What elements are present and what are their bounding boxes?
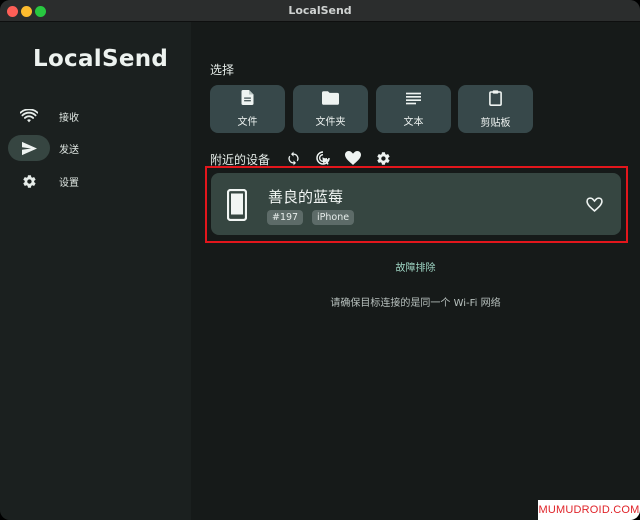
select-folder-button[interactable]: 文件夹 xyxy=(293,85,368,133)
tile-label: 剪贴板 xyxy=(480,117,511,129)
sidebar-item-send[interactable]: 发送 xyxy=(8,135,178,161)
wifi-icon xyxy=(8,103,50,129)
app-window: LocalSend LocalSend 接收 发送 设置 选择 文件 文件夹 文… xyxy=(0,0,640,520)
window-title: LocalSend xyxy=(288,4,352,17)
file-icon xyxy=(241,90,254,109)
gear-icon[interactable] xyxy=(374,150,392,166)
phone-icon xyxy=(226,188,248,225)
select-section-label: 选择 xyxy=(210,63,235,77)
select-clipboard-button[interactable]: 剪贴板 xyxy=(458,85,533,133)
app-logo: LocalSend xyxy=(33,46,169,72)
title-bar: LocalSend xyxy=(0,0,640,22)
sidebar-item-label: 接收 xyxy=(59,112,79,124)
nearby-toolbar xyxy=(284,150,392,166)
heart-outline-icon[interactable] xyxy=(586,197,603,216)
refresh-icon[interactable] xyxy=(284,150,302,166)
main-panel: 选择 文件 文件夹 文本 剪贴板 附近的设备 善良的蓝莓 #197 iPhone… xyxy=(191,22,640,520)
sidebar-item-settings[interactable]: 设置 xyxy=(8,168,178,194)
send-icon xyxy=(8,135,50,161)
tile-label: 文件夹 xyxy=(315,117,346,128)
sidebar-item-receive[interactable]: 接收 xyxy=(8,103,178,129)
device-name: 善良的蓝莓 xyxy=(268,188,344,206)
device-type-badge: iPhone xyxy=(312,210,355,225)
sidebar-item-label: 发送 xyxy=(59,144,79,156)
sidebar: LocalSend 接收 发送 设置 xyxy=(0,22,191,520)
scan-icon[interactable] xyxy=(314,150,332,166)
select-file-button[interactable]: 文件 xyxy=(210,85,285,133)
device-card[interactable]: 善良的蓝莓 #197 iPhone xyxy=(211,173,621,235)
clipboard-icon xyxy=(489,89,502,110)
watermark: MUMUDROID.COM xyxy=(538,500,640,520)
tile-label: 文本 xyxy=(403,117,424,128)
troubleshoot-link[interactable]: 故障排除 xyxy=(191,259,640,274)
network-hint: 请确保目标连接的是同一个 Wi-Fi 网络 xyxy=(330,298,501,309)
text-icon xyxy=(406,90,421,109)
gear-icon xyxy=(8,168,50,194)
sidebar-item-label: 设置 xyxy=(59,177,79,189)
device-id-badge: #197 xyxy=(267,210,304,225)
tile-label: 文件 xyxy=(237,117,258,128)
heart-icon[interactable] xyxy=(344,150,362,166)
folder-icon xyxy=(322,90,339,109)
select-text-button[interactable]: 文本 xyxy=(376,85,451,133)
